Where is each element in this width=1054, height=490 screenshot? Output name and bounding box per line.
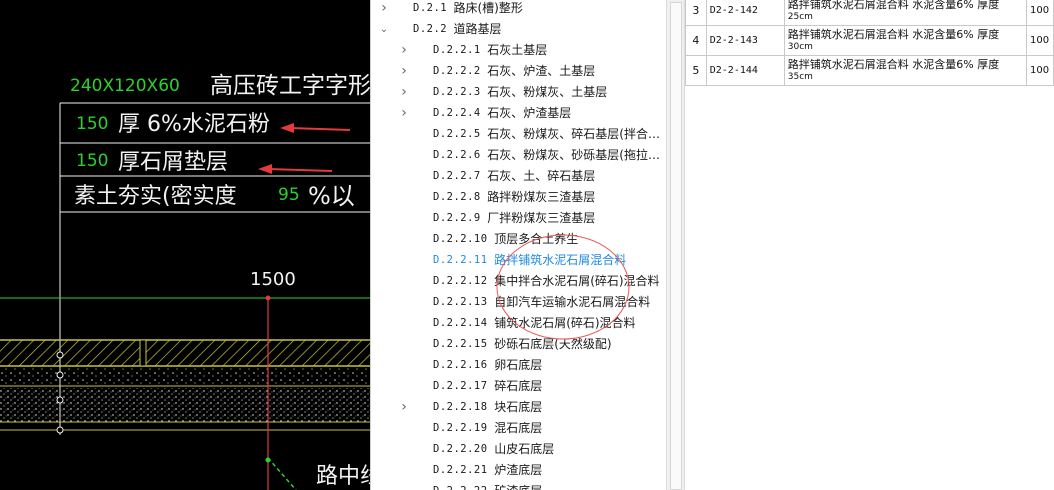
quota-table: 3 D2-2-142 路拌铺筑水泥石屑混合料 水泥含量6% 厚度 25cm 100 4 D2…: [685, 0, 1054, 86]
tree-item-code: D.2.2.18: [433, 401, 488, 413]
tree-item-label: 块石底层: [494, 400, 543, 414]
row-index-cell[interactable]: 5: [685, 55, 707, 86]
table-row[interactable]: 3 D2-2-142 路拌铺筑水泥石屑混合料 水泥含量6% 厚度 25cm 100: [685, 0, 1054, 26]
tree-vertical-scrollbar[interactable]: [666, 0, 685, 490]
quota-name-text: 路拌铺筑水泥石屑混合料 水泥含量6% 厚度: [787, 27, 1000, 41]
tree-item-code: D.2.2.14: [433, 317, 488, 329]
tree-item-label: 石灰土基层: [487, 43, 548, 57]
tree-item-label: 道路基层: [453, 22, 502, 36]
tree-item-code: D.2.2.1: [433, 44, 481, 56]
tree-item-label: 卵石底层: [494, 358, 543, 372]
tree-item-label: 石灰、粉煤灰、土基层: [487, 85, 608, 99]
expand-chevron-icon[interactable]: ›: [399, 103, 409, 124]
tree-item-label: 山皮石底层: [494, 442, 555, 456]
tree-item-code: D.2.2.7: [433, 170, 481, 182]
tree-item-code: D.2.2.16: [433, 359, 488, 371]
layer1-description: 厚 6%水泥石粉: [118, 112, 270, 137]
tree-item-code: D.2.2.15: [433, 338, 488, 350]
tree-item-code: D.2.2.11: [433, 254, 488, 266]
tree-item-code: D.2.2.13: [433, 296, 488, 308]
quota-thickness-text: 30cm: [787, 41, 813, 52]
tree-item-label: 混石底层: [494, 421, 543, 435]
layer2-description: 厚石屑垫层: [118, 150, 229, 175]
base-layer-fill: [0, 368, 370, 386]
tree-item-label: 集中拌合水泥石屑(碎石)混合料: [494, 274, 660, 288]
centerline-label: 路中线: [316, 464, 370, 489]
tree-item-label: 石灰、炉渣、土基层: [487, 64, 596, 78]
tree-item-code: D.2.2.5: [433, 128, 481, 140]
tree-item-label: 砂砾石底层(天然级配): [494, 337, 612, 351]
surface-layer-hatch: [0, 340, 370, 366]
quota-unit-cell[interactable]: 100: [1026, 25, 1054, 56]
scrollbar-thumb[interactable]: [670, 2, 682, 490]
annotation-arrow-2: [258, 164, 333, 174]
tree-item-label: 矿渣底层: [494, 481, 542, 490]
expand-chevron-icon[interactable]: ›: [399, 61, 409, 82]
tree-item-code: D.2.2.2: [433, 65, 481, 77]
quota-name-text: 路拌铺筑水泥石屑混合料 水泥含量6% 厚度: [787, 57, 1000, 71]
tree-item-label: 路床(槽)整形: [453, 1, 523, 15]
cad-drawing-viewport[interactable]: 240X120X60 高压砖工字字形铺 150 厚 6%水泥石粉 150 厚石屑…: [0, 0, 370, 490]
subbase-layer-fill: [0, 388, 370, 422]
tree-item-code: D.2.2.3: [433, 86, 481, 98]
table-row[interactable]: 5 D2-2-144 路拌铺筑水泥石屑混合料 水泥含量6% 厚度 35cm 100: [685, 55, 1054, 86]
tree-item-label: 碎石底层: [494, 379, 543, 393]
layer2-thickness: 150: [76, 151, 109, 171]
quota-name-text: 路拌铺筑水泥石屑混合料 水泥含量6% 厚度: [787, 0, 1000, 11]
quota-thickness-text: 25cm: [787, 11, 813, 22]
quota-thickness-text: 35cm: [787, 71, 813, 82]
tree-item-label: 石灰、土、碎石基层: [487, 169, 596, 183]
tree-item-code: D.2.2.4: [433, 107, 481, 119]
expand-chevron-icon[interactable]: ›: [399, 82, 409, 103]
tree-item-code: D.2.2.12: [433, 275, 488, 287]
collapse-chevron-icon[interactable]: ⌄: [379, 19, 389, 40]
expand-chevron-icon[interactable]: ›: [399, 397, 409, 418]
tree-item-code: D.2.2.20: [433, 443, 488, 455]
tree-item-label: 路拌粉煤灰三渣基层: [487, 190, 596, 204]
annotation-arrow-1: [280, 123, 351, 133]
tree-item-label: 铺筑水泥石屑(碎石)混合料: [494, 316, 636, 330]
tree-item-code: D.2.2.9: [433, 212, 481, 224]
quota-name-cell[interactable]: 路拌铺筑水泥石屑混合料 水泥含量6% 厚度 25cm: [783, 0, 1028, 26]
tree-item-code: D.2.1: [413, 2, 448, 14]
quota-code-cell[interactable]: D2-2-144: [705, 55, 785, 86]
tree-item-code: D.2.2.19: [433, 422, 488, 434]
quota-unit-cell[interactable]: 100: [1026, 0, 1054, 26]
tree-item-label: 石灰、炉渣基层: [487, 106, 572, 120]
quota-item-grid[interactable]: 3 D2-2-142 路拌铺筑水泥石屑混合料 水泥含量6% 厚度 25cm 100 4 D2…: [685, 0, 1054, 490]
tree-item-code: D.2.2: [413, 23, 448, 35]
table-row[interactable]: 4 D2-2-143 路拌铺筑水泥石屑混合料 水泥含量6% 厚度 30cm 100: [685, 25, 1054, 56]
brick-dimension-label: 240X120X60: [70, 76, 180, 96]
compaction-value: 95: [278, 185, 300, 205]
width-dimension-label: 1500: [250, 269, 296, 290]
quota-code-cell[interactable]: D2-2-142: [705, 0, 785, 26]
tree-item-label: 石灰、粉煤灰、砂砾基层(拖拉…: [487, 148, 660, 162]
tree-item-code: D.2.2.6: [433, 149, 481, 161]
tree-item-label: 石灰、粉煤灰、碎石基层(拌合…: [487, 127, 660, 141]
tree-item-code: D.2.2.8: [433, 191, 481, 203]
expand-chevron-icon[interactable]: ›: [399, 40, 409, 61]
layer1-thickness: 150: [76, 114, 109, 134]
quota-code-cell[interactable]: D2-2-143: [705, 25, 785, 56]
expand-chevron-icon[interactable]: ›: [379, 0, 389, 19]
quota-chapter-tree[interactable]: › D.2.1 路床(槽)整形 ⌄ D.2.2 道路基层 › D.2.2.1 石灰土基层 › D.2…: [370, 0, 667, 490]
tree-item-code: D.2.2.21: [433, 464, 488, 476]
tree-item-code: D.2.2.10: [433, 233, 488, 245]
tree-item-label: 顶层多合土养生: [494, 232, 579, 246]
layer3-description: 素土夯实(密实度: [74, 184, 237, 209]
row-index-cell[interactable]: 3: [685, 0, 707, 26]
tree-item-code: D.2.2.17: [433, 380, 488, 392]
tree-item-code: D.2.2.22: [433, 481, 488, 490]
paving-title-label: 高压砖工字字形铺: [210, 73, 370, 99]
quota-name-cell[interactable]: 路拌铺筑水泥石屑混合料 水泥含量6% 厚度 30cm: [783, 25, 1028, 56]
tree-item-label: 炉渣底层: [494, 463, 543, 477]
row-index-cell[interactable]: 4: [685, 25, 707, 56]
tree-item-label: 路拌铺筑水泥石屑混合料: [494, 253, 627, 267]
tree-item-label: 厂拌粉煤灰三渣基层: [487, 211, 596, 225]
tree-item-label: 自卸汽车运输水泥石屑混合料: [494, 295, 651, 309]
quota-unit-cell[interactable]: 100: [1026, 55, 1054, 86]
quota-name-cell[interactable]: 路拌铺筑水泥石屑混合料 水泥含量6% 厚度 35cm: [783, 55, 1028, 86]
compaction-suffix: %以: [308, 182, 355, 210]
